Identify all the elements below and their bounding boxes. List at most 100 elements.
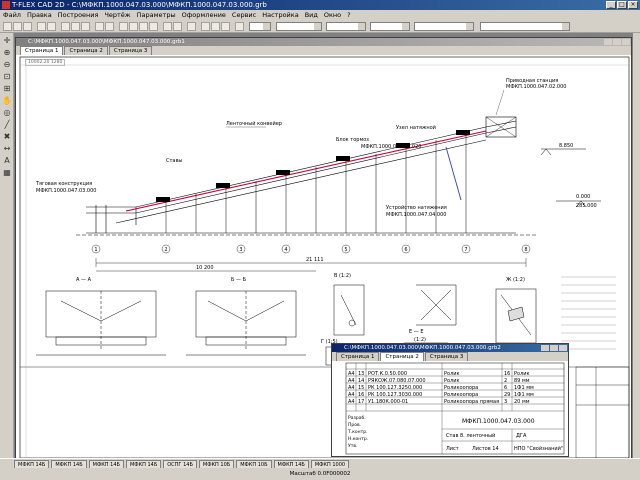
layer-select[interactable]	[249, 22, 271, 31]
spec-row-4-pos: 16	[358, 392, 364, 398]
grid-icon[interactable]	[201, 22, 210, 31]
linetype-select[interactable]	[370, 22, 410, 31]
doc-close-icon[interactable]	[622, 39, 630, 45]
color-select[interactable]	[326, 22, 366, 31]
spec-tab-page-2[interactable]: Страница 2	[380, 352, 424, 361]
window-title: T-FLEX CAD 2D - C:\МФКП.1000.047.03.000\…	[12, 1, 267, 9]
tab-page-2[interactable]: Страница 2	[64, 46, 108, 55]
spec-tab-page-1[interactable]: Страница 1	[336, 352, 380, 361]
text-icon[interactable]: A	[2, 156, 12, 166]
spec-row-3-pos: 15	[358, 385, 364, 391]
minimized-windows-bar: МФКП 14Б МФКП 14Б МФКП 14Б МФКП 14Б ОСПГ…	[0, 458, 640, 470]
new-file-icon[interactable]	[3, 22, 12, 31]
axis-label-4: 4	[284, 247, 287, 253]
node-icon[interactable]: ✖	[2, 132, 12, 142]
close-icon[interactable]: ×	[628, 1, 638, 9]
pan-icon[interactable]	[163, 22, 172, 31]
doc-minimize-icon[interactable]	[604, 39, 612, 45]
zoom-out-icon[interactable]: ⊖	[2, 60, 12, 70]
zoom-window-icon[interactable]	[139, 22, 148, 31]
ortho-icon[interactable]	[221, 22, 230, 31]
control-right-label: Узел натяжной	[396, 124, 436, 131]
spec-row-2-note: 89 мм	[514, 378, 530, 384]
sign-row-4: Н.контр.	[348, 436, 368, 442]
snap-icon[interactable]	[211, 22, 220, 31]
axis-label-2: 2	[164, 247, 167, 253]
menu-construct[interactable]: Построения	[55, 11, 102, 19]
menu-params[interactable]: Параметры	[134, 11, 179, 19]
minimize-icon[interactable]: _	[606, 1, 616, 9]
copy-icon[interactable]	[71, 22, 80, 31]
layers-icon[interactable]	[187, 22, 196, 31]
left-dimension: 10 200	[196, 265, 214, 271]
spec-tab-page-3[interactable]: Страница 3	[424, 352, 469, 361]
zoom-in-icon[interactable]: ⊕	[2, 48, 12, 58]
spec-maximize-icon[interactable]	[550, 345, 558, 351]
line-icon[interactable]: ╱	[2, 120, 12, 130]
menu-service[interactable]: Сервис	[229, 11, 259, 19]
sign-row-2: Пров.	[348, 422, 361, 428]
spec-row-4-qty: 29	[504, 392, 510, 398]
spec-close-icon[interactable]	[559, 345, 567, 351]
menu-format[interactable]: Оформление	[179, 11, 229, 19]
hatch-icon[interactable]: ▦	[2, 168, 12, 178]
menu-view[interactable]: Вид	[302, 11, 321, 19]
open-file-icon[interactable]	[13, 22, 22, 31]
view-zh-label: Ж (1:2)	[506, 277, 525, 283]
preview-icon[interactable]	[47, 22, 56, 31]
menu-bar: Файл Правка Построения Чертёж Параметры …	[0, 10, 640, 20]
zoom-all-icon[interactable]	[149, 22, 158, 31]
select-icon[interactable]: ✛	[2, 36, 12, 46]
sign-row-3: Т.контр.	[347, 429, 368, 435]
left-toolbar: ✛ ⊕ ⊖ ⊡ ⊞ ✋ ◎ ╱ ✖ ↔ A ▦	[0, 33, 14, 458]
pan-icon[interactable]: ✋	[2, 96, 12, 106]
doc-maximize-icon[interactable]	[613, 39, 621, 45]
menu-settings[interactable]: Настройка	[259, 11, 301, 19]
dimension-icon[interactable]: ↔	[2, 144, 12, 154]
menu-file[interactable]: Файл	[0, 11, 24, 19]
spec-row-5-note: 20 мм	[514, 399, 530, 405]
page-tabs: Страница 1 Страница 2 Страница 3	[16, 46, 631, 55]
spec-minimize-icon[interactable]	[541, 345, 549, 351]
style-select[interactable]	[276, 22, 322, 31]
zoom-in-icon[interactable]	[119, 22, 128, 31]
print-icon[interactable]	[37, 22, 46, 31]
view-a-label: А — А	[76, 277, 92, 283]
zoom-all-icon[interactable]: ⊞	[2, 84, 12, 94]
undo-icon[interactable]	[95, 22, 104, 31]
part-left-label: МФКП.1000.047.03.000	[36, 188, 96, 194]
spec-row-3-format: А4	[348, 385, 355, 391]
spec-row-4-code: РК 100.127.3030.000	[368, 392, 422, 398]
zoom-window-icon[interactable]: ⊡	[2, 72, 12, 82]
spec-row-2-format: А4	[348, 378, 355, 384]
spec-row-5-code: У1.180К.000-01	[368, 399, 408, 405]
drive-label: Устройство натяжения	[386, 204, 447, 211]
level-select[interactable]	[414, 22, 474, 31]
save-icon[interactable]	[23, 22, 32, 31]
spec-row-3-name: Роликоопора	[444, 385, 478, 391]
spec-row-1-name: Ролик	[444, 371, 460, 377]
tab-page-1[interactable]: Страница 1	[20, 46, 64, 55]
spec-sheet[interactable]: А4 13 РОТ.К.0.50.000 Ролик 16 Ролик А4 1…	[332, 361, 568, 456]
zoom-out-icon[interactable]	[129, 22, 138, 31]
spec-row-1-pos: 13	[358, 371, 364, 377]
tab-page-3[interactable]: Страница 3	[108, 46, 153, 55]
menu-edit[interactable]: Правка	[24, 11, 55, 19]
status-bar: Масштаб 0.0F000002	[0, 468, 640, 480]
control-top-label: Ставы	[166, 158, 182, 164]
station-part-label: МФКП.1000.047.02.000	[506, 84, 566, 90]
zoom-prev-icon[interactable]: ◎	[2, 108, 12, 118]
cut-icon[interactable]	[61, 22, 70, 31]
menu-window[interactable]: Окно	[321, 11, 344, 19]
maximize-icon[interactable]: □	[617, 1, 627, 9]
paste-icon[interactable]	[81, 22, 90, 31]
axis-label-7: 7	[464, 247, 467, 253]
axis-label-6: 6	[404, 247, 407, 253]
spec-row-3-code: РК 100.127.3250.000	[368, 385, 422, 391]
menu-drawing[interactable]: Чертёж	[101, 11, 133, 19]
properties-icon[interactable]	[235, 22, 244, 31]
regen-icon[interactable]	[173, 22, 182, 31]
redo-icon[interactable]	[105, 22, 114, 31]
menu-help[interactable]: ?	[344, 11, 353, 19]
priority-select[interactable]	[480, 22, 570, 31]
